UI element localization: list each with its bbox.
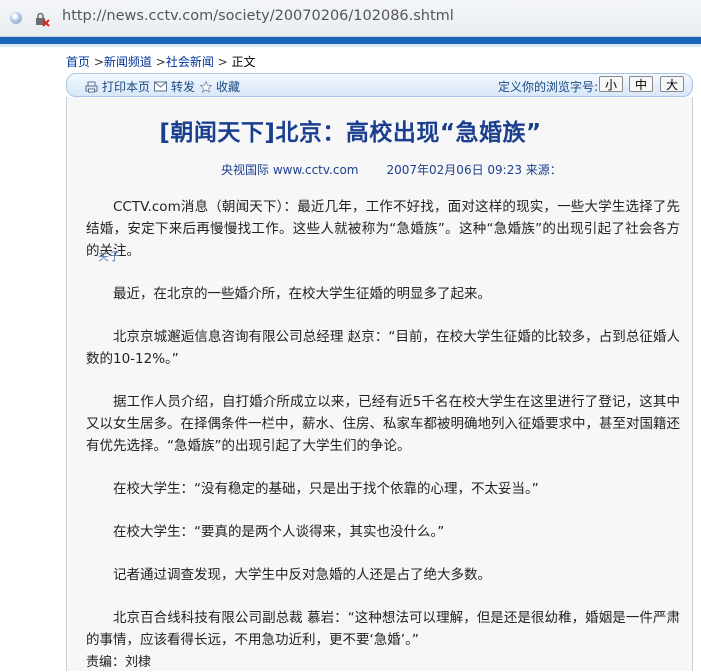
- site-header-strip-shadow: [0, 44, 701, 47]
- print-label: 打印本页: [102, 80, 151, 94]
- star-icon: [200, 80, 212, 93]
- article-toolbar: 打印本页 转发 收藏 定义你的浏览字号: 小 中 大: [66, 73, 693, 97]
- article-paragraph: 在校大学生：“没有稳定的基础，只是出于找个依靠的心理，不太妥当。”: [113, 481, 539, 497]
- breadcrumb: 首页 >新闻频道 >社会新闻 > 正文: [66, 53, 256, 70]
- font-size-large-button[interactable]: 大: [660, 76, 684, 92]
- breadcrumb-separator: >: [217, 55, 228, 69]
- forward-button[interactable]: 转发: [154, 78, 195, 95]
- article-title: [朝闻天下]北京：高校出现“急婚族”: [159, 120, 542, 146]
- article-paragraph: 最近，在北京的一些婚介所，在校大学生征婚的明显多了起来。: [113, 286, 491, 302]
- article-paragraph: CCTV.com消息（朝闻天下）：最近几年，工作不好找，面对这样的现实，一些大学…: [86, 199, 680, 259]
- article-editor: 责编：刘棣: [86, 655, 152, 670]
- globe-icon: [10, 12, 22, 24]
- breadcrumb-separator: >: [155, 55, 166, 69]
- breadcrumb-separator: >: [93, 55, 104, 69]
- font-size-label: 定义你的浏览字号:: [498, 80, 599, 94]
- font-size-small-button[interactable]: 小: [599, 76, 623, 92]
- article-date: 2007年02月06日 09:23 来源：: [386, 163, 562, 177]
- article-paragraph: 北京百合线科技有限公司副总裁 慕岩：“这种想法可以理解，但是还是很幼稚，婚姻是一…: [86, 610, 680, 648]
- font-size-medium-button[interactable]: 中: [629, 76, 653, 92]
- article-source: 央视国际 www.cctv.com: [221, 163, 359, 177]
- breadcrumb-home[interactable]: 首页: [66, 55, 90, 69]
- breadcrumb-news-channel[interactable]: 新闻频道: [104, 55, 152, 69]
- site-header-strip: [0, 37, 701, 44]
- article-paragraph: 北京京城邂逅信息咨询有限公司总经理 赵京：“目前，在校大学生征婚的比较多，占到总…: [86, 329, 680, 367]
- lock-error-icon[interactable]: [34, 11, 50, 27]
- article-paragraph: 记者通过调查发现，大学生中反对急婚的人还是占了绝大多数。: [113, 567, 491, 583]
- breadcrumb-society-news[interactable]: 社会新闻: [166, 55, 214, 69]
- browser-address-bar: http://news.cctv.com/society/20070206/10…: [0, 0, 701, 37]
- article-body: CCTV.com消息（朝闻天下）：最近几年，工作不好找，面对这样的现实，一些大学…: [86, 196, 680, 672]
- print-button[interactable]: 打印本页: [85, 78, 150, 95]
- article-paragraph: 在校大学生：“要真的是两个人谈得来，其实也没什么。”: [113, 524, 445, 540]
- favorite-label: 收藏: [216, 80, 241, 94]
- print-icon: [85, 81, 98, 92]
- forward-label: 转发: [171, 80, 196, 94]
- breadcrumb-current: 正文: [231, 55, 256, 69]
- favorite-button[interactable]: 收藏: [200, 78, 240, 95]
- mail-icon: [154, 81, 167, 92]
- article-meta: 央视国际 www.cctv.com 2007年02月06日 09:23 来源：: [221, 161, 590, 178]
- floating-about-label[interactable]: 关于: [98, 248, 120, 264]
- article-paragraph: 据工作人员介绍，自打婚介所成立以来，已经有近5千名在校大学生在这里进行了登记，这…: [86, 394, 680, 454]
- url-field[interactable]: http://news.cctv.com/society/20070206/10…: [62, 8, 454, 24]
